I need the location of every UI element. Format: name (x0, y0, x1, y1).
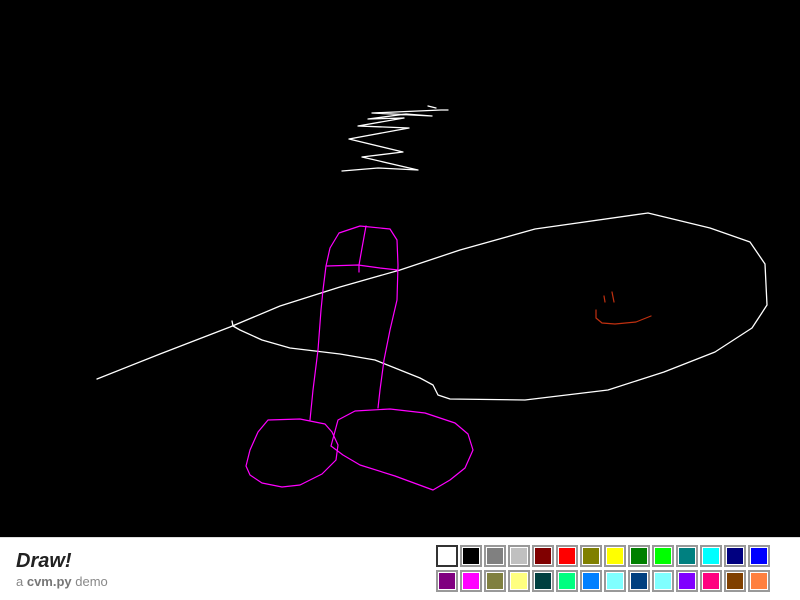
palette-swatch-color (535, 548, 551, 564)
palette-swatch-color (631, 548, 647, 564)
palette-swatch[interactable] (556, 570, 578, 592)
palette-swatch[interactable] (628, 570, 650, 592)
palette-swatch[interactable] (436, 545, 458, 567)
palette-swatch-color (511, 573, 527, 589)
palette-swatch[interactable] (652, 570, 674, 592)
subtitle-library-name: cvm.py (26, 574, 72, 589)
palette-swatch[interactable] (508, 570, 530, 592)
app-subtitle: a cvm.py demo (16, 574, 108, 590)
palette-swatch-color (679, 573, 695, 589)
palette-swatch[interactable] (604, 570, 626, 592)
draw-app: Draw! a cvm.py demo (0, 0, 800, 600)
palette-swatch-color (631, 573, 647, 589)
palette-swatch[interactable] (700, 545, 722, 567)
palette-swatch[interactable] (724, 545, 746, 567)
palette-swatch-color (463, 573, 479, 589)
subtitle-prefix: a (16, 574, 27, 589)
palette-swatch[interactable] (748, 545, 770, 567)
app-title: Draw! (16, 550, 72, 572)
drawing-canvas[interactable] (0, 0, 800, 537)
palette-swatch-color (583, 573, 599, 589)
palette-swatch-color (463, 548, 479, 564)
palette-swatch-color (583, 548, 599, 564)
palette-swatch-color (727, 573, 743, 589)
bottom-toolbar: Draw! a cvm.py demo (0, 537, 800, 600)
subtitle-suffix: demo (71, 574, 108, 589)
palette-swatch[interactable] (580, 545, 602, 567)
palette-swatch[interactable] (580, 570, 602, 592)
palette-swatch[interactable] (676, 545, 698, 567)
palette-swatch-color (511, 548, 527, 564)
color-palette (436, 545, 772, 592)
palette-swatch[interactable] (556, 545, 578, 567)
palette-swatch-color (559, 548, 575, 564)
palette-swatch-color (703, 573, 719, 589)
palette-swatch[interactable] (508, 545, 530, 567)
palette-swatch-color (751, 573, 767, 589)
palette-swatch[interactable] (460, 570, 482, 592)
palette-swatch-color (607, 548, 623, 564)
palette-swatch-color (487, 573, 503, 589)
canvas-background (0, 0, 800, 537)
palette-swatch-color (751, 548, 767, 564)
palette-swatch-color (439, 548, 455, 564)
palette-swatch[interactable] (532, 570, 554, 592)
palette-swatch-color (655, 573, 671, 589)
palette-swatch-color (487, 548, 503, 564)
palette-swatch-color (679, 548, 695, 564)
canvas-svg[interactable] (0, 0, 800, 537)
palette-swatch[interactable] (628, 545, 650, 567)
palette-swatch-color (655, 548, 671, 564)
palette-swatch[interactable] (604, 545, 626, 567)
palette-swatch-color (559, 573, 575, 589)
palette-swatch-color (607, 573, 623, 589)
palette-swatch-color (439, 573, 455, 589)
palette-swatch[interactable] (484, 545, 506, 567)
palette-swatch[interactable] (724, 570, 746, 592)
palette-swatch-color (703, 548, 719, 564)
palette-swatch[interactable] (700, 570, 722, 592)
palette-swatch[interactable] (676, 570, 698, 592)
palette-swatch[interactable] (748, 570, 770, 592)
palette-swatch[interactable] (484, 570, 506, 592)
palette-swatch-color (727, 548, 743, 564)
palette-swatch-color (535, 573, 551, 589)
palette-swatch[interactable] (652, 545, 674, 567)
palette-swatch[interactable] (436, 570, 458, 592)
palette-swatch[interactable] (460, 545, 482, 567)
palette-swatch[interactable] (532, 545, 554, 567)
